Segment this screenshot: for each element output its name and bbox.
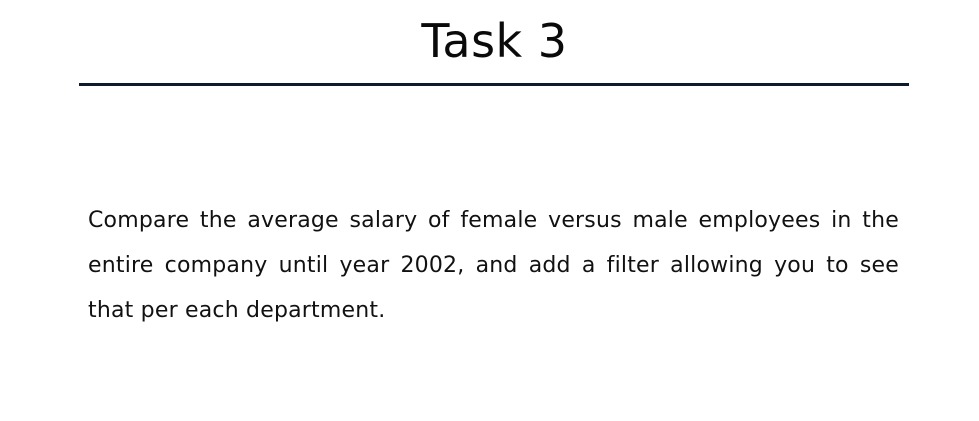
- slide-title: Task 3: [421, 14, 568, 68]
- title-divider: [79, 83, 909, 86]
- task-description: Compare the average salary of female ver…: [88, 208, 899, 323]
